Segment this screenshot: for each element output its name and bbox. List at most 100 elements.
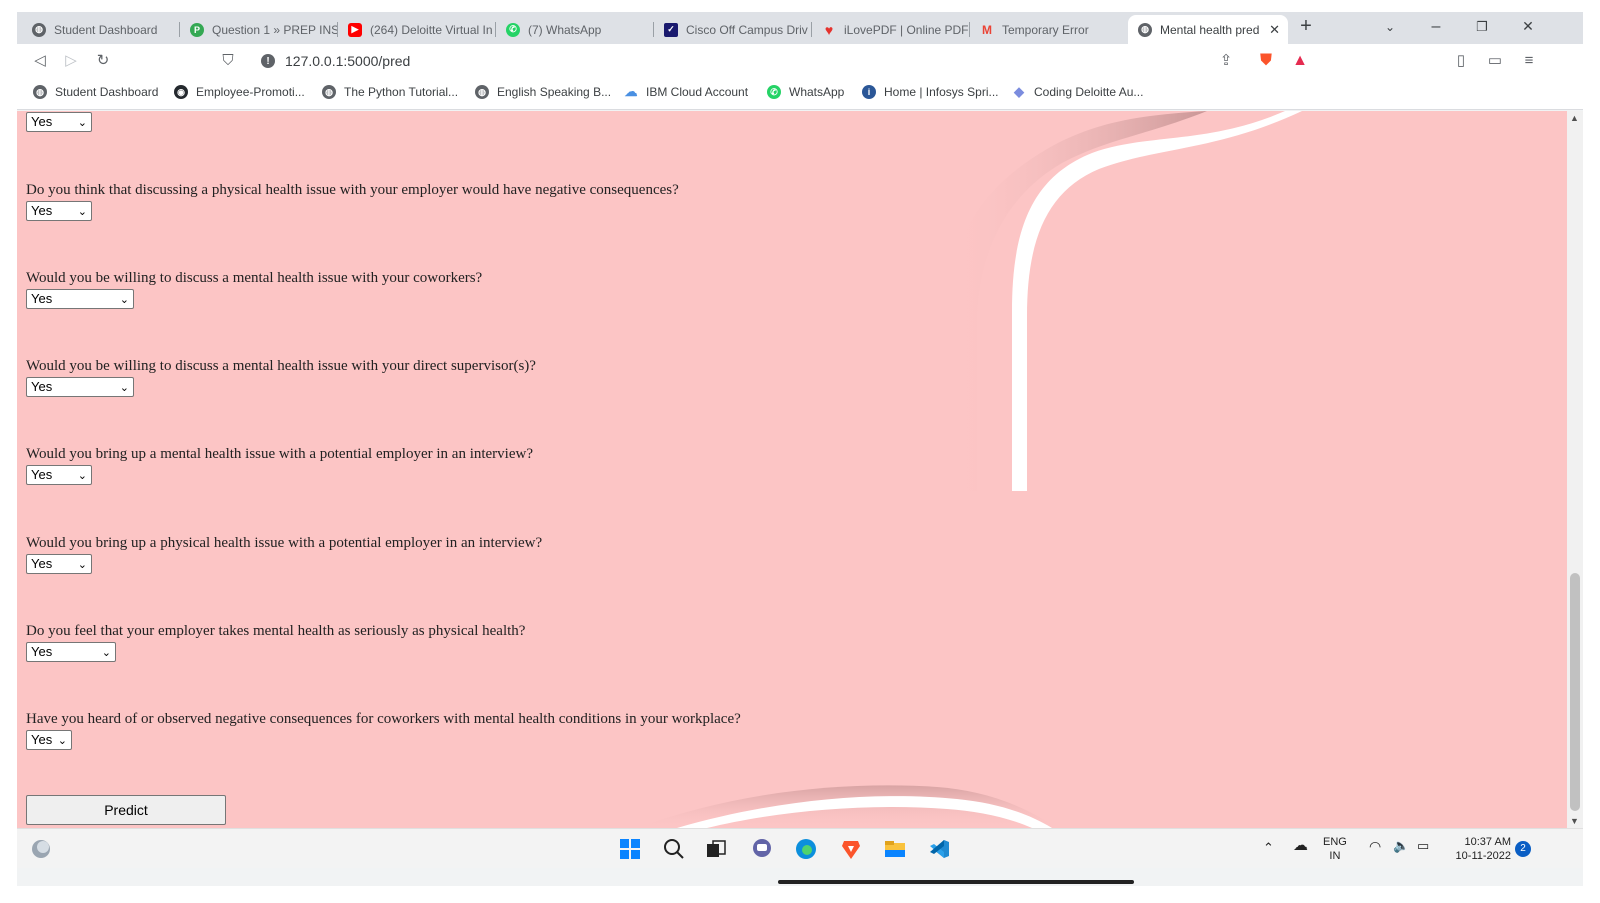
wallet-icon[interactable]: ▭ xyxy=(1486,52,1504,70)
scroll-down-icon[interactable]: ▼ xyxy=(1570,816,1579,826)
chevron-down-icon: ⌄ xyxy=(119,382,129,394)
answer-select[interactable]: Yes ⌄ xyxy=(26,201,92,221)
youtube-icon: ▶ xyxy=(348,22,362,37)
page-body: Yes ⌄ Do you think that discussing a phy… xyxy=(17,111,1567,828)
chevron-down-icon: ⌄ xyxy=(77,117,87,129)
chevron-up-icon[interactable]: ⌃ xyxy=(1263,841,1274,855)
bookmark-label: WhatsApp xyxy=(789,85,845,99)
chevron-down-icon: ⌄ xyxy=(77,470,87,482)
task-view-icon[interactable] xyxy=(704,837,728,861)
answer-select[interactable]: Yes ⌄ xyxy=(26,465,92,485)
page-viewport: Yes ⌄ Do you think that discussing a phy… xyxy=(17,111,1583,828)
bookmark-icon[interactable]: ⛉ xyxy=(219,52,237,70)
tab-title: (7) WhatsApp xyxy=(528,22,602,37)
globe-icon: ◍ xyxy=(1138,22,1152,37)
question-label: Have you heard of or observed negative c… xyxy=(26,711,741,727)
tab-prep-insta[interactable]: P Question 1 » PREP INS xyxy=(180,15,338,44)
minimize-icon[interactable]: – xyxy=(1426,18,1446,36)
forward-icon[interactable]: ▷ xyxy=(62,52,80,70)
vertical-scrollbar[interactable]: ▲ ▼ xyxy=(1567,111,1583,828)
chevron-down-icon: ⌄ xyxy=(119,294,129,306)
clock-time: 10:37 AM xyxy=(1464,836,1511,848)
search-icon[interactable] xyxy=(662,837,686,861)
tab-title: Temporary Error xyxy=(1002,22,1089,37)
bookmark-english-speaking[interactable]: ◍ English Speaking B... xyxy=(475,85,611,99)
form-question: Would you bring up a physical health iss… xyxy=(26,535,542,574)
bookmark-coding-deloitte[interactable]: ◆ Coding Deloitte Au... xyxy=(1012,84,1143,99)
bookmark-infosys[interactable]: i Home | Infosys Spri... xyxy=(862,85,999,99)
answer-select[interactable]: Yes ⌄ xyxy=(26,289,134,309)
tab-title: Cisco Off Campus Driv xyxy=(686,22,808,37)
answer-select[interactable]: Yes ⌄ xyxy=(26,377,134,397)
chevron-down-icon: ⌄ xyxy=(101,647,111,659)
clock-date: 10-11-2022 xyxy=(1455,850,1511,862)
tab-gmail[interactable]: M Temporary Error xyxy=(970,15,1128,44)
clock[interactable]: 10:37 AM 10-11-2022 xyxy=(1447,835,1511,863)
bookmark-whatsapp[interactable]: ✆ WhatsApp xyxy=(767,85,844,99)
address-bar[interactable]: ! 127.0.0.1:5000/pred xyxy=(251,48,1251,74)
sidebar-icon[interactable]: ▯ xyxy=(1452,52,1470,70)
tab-strip: ◍ Student Dashboard P Question 1 » PREP … xyxy=(17,12,1583,44)
chevron-down-icon: ⌄ xyxy=(77,206,87,218)
window-close-icon[interactable]: ✕ xyxy=(1518,18,1538,35)
bookmark-employee-promotion[interactable]: ◉ Employee-Promoti... xyxy=(174,85,305,99)
notification-badge[interactable]: 2 xyxy=(1515,841,1531,857)
close-icon[interactable]: ✕ xyxy=(1269,22,1280,38)
onedrive-icon[interactable]: ☁ xyxy=(1293,838,1308,853)
answer-select[interactable]: Yes ⌄ xyxy=(26,112,92,132)
teams-chat-icon[interactable] xyxy=(750,837,774,861)
bookmark-label: Home | Infosys Spri... xyxy=(884,85,999,99)
prepinsta-icon: P xyxy=(190,22,204,37)
bookmark-python-tutorial[interactable]: ◍ The Python Tutorial... xyxy=(322,85,458,99)
brave-shields-icon[interactable]: ⛊ xyxy=(1257,52,1275,70)
select-value: Yes xyxy=(31,644,53,659)
select-value: Yes xyxy=(31,379,53,394)
battery-icon[interactable]: ▭ xyxy=(1417,839,1429,853)
question-label: Would you be willing to discuss a mental… xyxy=(26,358,536,374)
volume-icon[interactable]: 🔈 xyxy=(1393,839,1409,853)
file-explorer-icon[interactable] xyxy=(883,837,907,861)
site-info-icon[interactable]: ! xyxy=(261,54,275,68)
menu-icon[interactable]: ≡ xyxy=(1520,52,1538,70)
answer-select[interactable]: Yes ⌄ xyxy=(26,730,72,750)
browser-toolbar: ◁ ▷ ↻ ⛉ ! 127.0.0.1:5000/pred ⇪ ⛊ ▲ ▯ ▭ … xyxy=(17,44,1583,78)
select-value: Yes xyxy=(31,732,53,747)
windows-start-icon[interactable] xyxy=(618,837,642,861)
restore-icon[interactable]: ❐ xyxy=(1472,19,1492,35)
question-label: Would you bring up a physical health iss… xyxy=(26,535,543,551)
bookmark-label: Student Dashboard xyxy=(55,85,159,99)
back-icon[interactable]: ◁ xyxy=(31,52,49,70)
globe-icon: ◍ xyxy=(475,85,489,99)
answer-select[interactable]: Yes ⌄ xyxy=(26,554,92,574)
tab-youtube[interactable]: ▶ (264) Deloitte Virtual In xyxy=(338,15,496,44)
edge-icon[interactable] xyxy=(794,837,818,861)
tab-cisco[interactable]: ✓ Cisco Off Campus Driv xyxy=(654,15,812,44)
chevron-down-icon[interactable]: ⌄ xyxy=(1380,20,1400,34)
tab-ilovepdf[interactable]: ♥ iLovePDF | Online PDF xyxy=(812,15,970,44)
scroll-up-icon[interactable]: ▲ xyxy=(1570,113,1579,123)
widgets-icon[interactable] xyxy=(29,837,53,861)
wifi-icon[interactable]: ◠ xyxy=(1369,839,1381,853)
answer-select[interactable]: Yes ⌄ xyxy=(26,642,116,662)
tab-student-dashboard[interactable]: ◍ Student Dashboard xyxy=(22,15,180,44)
chevron-down-icon: ⌄ xyxy=(57,735,67,747)
brave-icon[interactable] xyxy=(839,837,863,861)
vscode-icon[interactable] xyxy=(927,837,951,861)
gmail-icon: M xyxy=(982,22,992,37)
tab-title: Student Dashboard xyxy=(54,22,158,37)
share-icon[interactable]: ⇪ xyxy=(1217,52,1235,70)
language-indicator[interactable]: ENG IN xyxy=(1323,835,1347,863)
tab-title: Mental health pred xyxy=(1160,22,1260,37)
tab-whatsapp[interactable]: ✆ (7) WhatsApp xyxy=(496,15,654,44)
tab-mental-health[interactable]: ◍ Mental health pred ✕ xyxy=(1128,15,1288,44)
scrollbar-thumb[interactable] xyxy=(1570,573,1580,811)
bookmark-student-dashboard[interactable]: ◍ Student Dashboard xyxy=(33,85,158,99)
form-question-prev: Yes ⌄ xyxy=(26,111,92,132)
whatsapp-icon: ✆ xyxy=(767,85,781,99)
bookmark-ibm-cloud[interactable]: ☁ IBM Cloud Account xyxy=(624,84,749,99)
new-tab-icon[interactable]: + xyxy=(1296,15,1316,38)
brave-rewards-icon[interactable]: ▲ xyxy=(1291,52,1309,70)
reload-icon[interactable]: ↻ xyxy=(94,52,112,70)
question-label: Would you bring up a mental health issue… xyxy=(26,446,533,462)
predict-button[interactable]: Predict xyxy=(26,795,226,825)
